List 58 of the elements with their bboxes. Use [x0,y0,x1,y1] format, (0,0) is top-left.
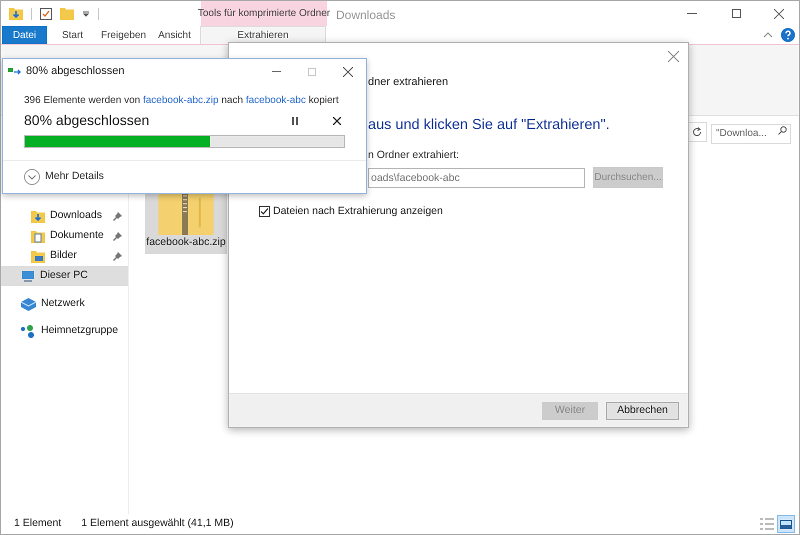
folder-icon [9,7,23,20]
destination-label: n Ordner extrahiert: [368,148,460,164]
ribbon-tab[interactable]: Start [47,26,98,44]
copy-icon [8,67,22,76]
sidebar-item[interactable]: Netzwerk [1,294,128,314]
sidebar-item[interactable]: Downloads [1,206,128,226]
details-view-icon[interactable] [760,518,774,530]
cancel-icon [333,116,341,124]
folder-link[interactable]: facebook-abc.zip [142,95,219,106]
dialog-button[interactable]: Abbrechen [606,402,679,420]
close-icon [343,66,353,76]
document-folder-icon [31,230,45,242]
pin-icon [113,212,122,220]
close-icon [774,8,784,18]
close-button[interactable] [666,49,680,63]
refresh-icon [692,127,702,137]
ribbon-tab[interactable]: Ansicht [149,26,200,44]
sidebar-item[interactable]: Dieser PC [1,266,128,286]
status-text: 1 Element ausgewählt (41,1 MB) [81,516,234,532]
collapse-ribbon-icon[interactable] [763,32,773,38]
download-folder-icon [31,210,45,222]
dropdown-icon[interactable] [82,10,90,16]
network-icon [21,298,36,310]
dialog-title: dner extrahieren [368,75,448,90]
tiles-view-button[interactable] [777,515,795,533]
help-icon[interactable] [781,28,795,42]
progress-status: 80% abgeschlossen [24,111,150,130]
search-icon [778,126,787,135]
close-icon [668,50,678,62]
more-details-toggle[interactable]: Mehr Details [45,169,104,185]
checkbox[interactable] [259,206,270,218]
sidebar-item[interactable]: Heimnetzgruppe [1,321,128,341]
status-text: 1 Element [14,516,62,532]
progress-message: 396 Elemente werden von facebook-abc.zip nach facebook-abc kopiert [24,94,340,108]
ribbon-tab[interactable]: Extrahieren [200,26,326,44]
pin-icon [113,252,122,260]
tiles-view-icon [780,520,792,528]
picture-folder-icon [31,250,45,262]
instruction-heading: aus und klicken Sie auf "Extrahieren". [368,116,610,134]
sidebar-item[interactable]: Dokumente [1,226,128,246]
new-folder-icon [60,7,74,20]
cancel-button[interactable] [331,114,343,126]
computer-icon [21,270,35,282]
expand-icon[interactable] [24,169,40,185]
sidebar-item[interactable]: Bilder [1,246,128,266]
check-icon [260,207,269,216]
window-title: Downloads [336,7,396,24]
checkbox-label: Dateien nach Extrahierung anzeigen [273,204,443,219]
folder-link[interactable]: facebook-abc [246,95,306,106]
destination-field[interactable]: oads\facebook-abc [368,168,585,188]
pin-icon [113,232,122,240]
ribbon-tab[interactable]: Datei [2,26,47,44]
pause-icon [292,116,298,124]
properties-icon[interactable] [40,8,52,20]
window-title: 80% abgeschlossen [26,64,126,80]
homegroup-icon [21,324,36,338]
ribbon-tab[interactable]: Freigeben [98,26,149,44]
search-field[interactable]: "Downloa... [711,124,791,144]
